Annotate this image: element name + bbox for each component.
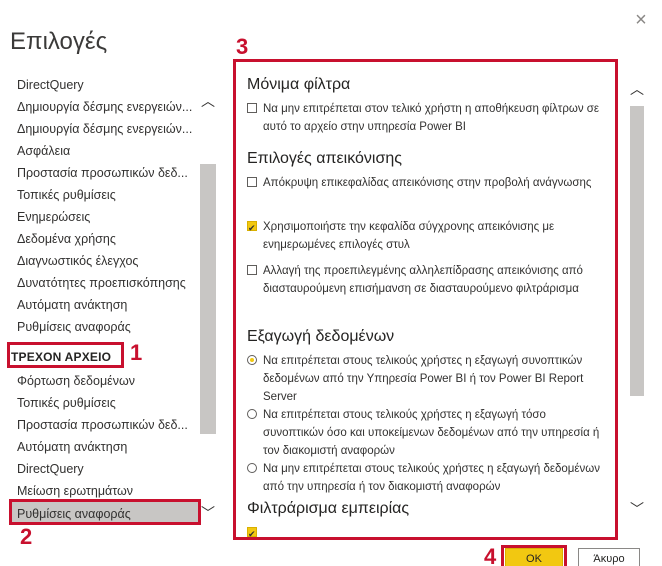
scroll-up-icon[interactable]: ︿ [200, 94, 216, 110]
close-icon[interactable]: × [630, 10, 652, 32]
option-modern-visual-header[interactable]: Χρησιμοποιήστε την κεφαλίδα σύγχρονης απ… [247, 218, 602, 254]
nav-item-file-privacy[interactable]: Προστασία προσωπικών δεδ... [17, 418, 188, 432]
option-export-underlying[interactable]: Να επιτρέπεται στους τελικούς χρήστες η … [247, 406, 602, 460]
nav-item-regional[interactable]: Τοπικές ρυθμίσεις [17, 188, 116, 202]
nav-scroll-thumb[interactable] [200, 164, 216, 434]
nav-item-usage-data[interactable]: Δεδομένα χρήσης [17, 232, 116, 246]
checkbox-hide-visual-header[interactable] [247, 177, 257, 187]
nav-item-directquery[interactable]: DirectQuery [17, 78, 84, 92]
nav-item-scripting-2[interactable]: Δημιουργία δέσμης ενεργειών... [17, 122, 192, 136]
radio-export-underlying[interactable] [247, 409, 257, 419]
nav-item-file-directquery[interactable]: DirectQuery [17, 462, 84, 476]
checkbox-filtering-partial[interactable] [247, 525, 257, 538]
radio-export-none[interactable] [247, 463, 257, 473]
option-label: Απόκρυψη επικεφαλίδας απεικόνισης στην π… [263, 177, 592, 189]
pane-scroll-thumb[interactable] [630, 106, 644, 396]
annotation-marker-4: 4 [484, 544, 497, 566]
export-data-heading: Εξαγωγή δεδομένων [247, 328, 395, 345]
nav-scrollbar[interactable]: ︿ ﹀ [200, 94, 220, 526]
nav-item-file-auto-recovery[interactable]: Αυτόματη ανάκτηση [17, 440, 127, 454]
nav-item-diagnostics[interactable]: Διαγνωστικός έλεγχος [17, 254, 138, 268]
highlight-box-report-settings [9, 499, 201, 525]
option-label: Να μην επιτρέπεται στους τελικούς χρήστε… [263, 463, 600, 493]
cancel-button[interactable]: Άκυρο [578, 548, 640, 566]
option-export-none[interactable]: Να μην επιτρέπεται στους τελικούς χρήστε… [247, 460, 602, 496]
radio-export-summarized[interactable] [247, 355, 257, 365]
checkbox-persistent-filters[interactable] [247, 103, 257, 113]
nav-item-query-reduction[interactable]: Μείωση ερωτημάτων [17, 484, 133, 498]
options-nav: DirectQuery Δημιουργία δέσμης ενεργειών.… [0, 70, 220, 532]
nav-item-file-regional[interactable]: Τοπικές ρυθμίσεις [17, 396, 116, 410]
option-cross-filtering[interactable]: Αλλαγή της προεπιλεγμένης αλληλεπίδρασης… [247, 262, 602, 298]
nav-item-auto-recovery[interactable]: Αυτόματη ανάκτηση [17, 298, 127, 312]
checkbox-modern-visual-header[interactable] [247, 219, 257, 237]
scroll-up-icon[interactable]: ︿ [628, 82, 646, 98]
annotation-marker-3: 3 [236, 34, 249, 59]
option-hide-visual-header[interactable]: Απόκρυψη επικεφαλίδας απεικόνισης στην π… [247, 174, 602, 192]
checkbox-cross-filtering[interactable] [247, 265, 257, 275]
nav-item-data-load[interactable]: Φόρτωση δεδομένων [17, 374, 135, 388]
dialog-title: Επιλογές [10, 28, 108, 55]
nav-item-scripting-1[interactable]: Δημιουργία δέσμης ενεργειών... [17, 100, 192, 114]
filtering-experience-heading: Φιλτράρισμα εμπειρίας [247, 500, 410, 517]
report-settings-pane: Μόνιμα φίλτρα Να μην επιτρέπεται στον τε… [237, 62, 617, 538]
scroll-down-icon[interactable]: ﹀ [628, 502, 646, 518]
annotation-marker-1: 1 [130, 340, 143, 365]
nav-item-preview-features[interactable]: Δυνατότητες προεπισκόπησης [17, 276, 186, 290]
option-label: Να επιτρέπεται στους τελικούς χρήστες η … [263, 409, 600, 457]
annotation-marker-2: 2 [20, 524, 33, 549]
nav-item-updates[interactable]: Ενημερώσεις [17, 210, 90, 224]
option-export-summarized[interactable]: Να επιτρέπεται στους τελικούς χρήστες η … [247, 352, 602, 406]
option-label: Να μην επιτρέπεται στον τελικό χρήστη η … [263, 103, 600, 133]
nav-item-report-settings[interactable]: Ρυθμίσεις αναφοράς [17, 320, 131, 334]
nav-item-security[interactable]: Ασφάλεια [17, 144, 70, 158]
pane-scrollbar[interactable]: ︿ ﹀ [628, 82, 648, 522]
highlight-box-current-file [7, 342, 124, 368]
nav-item-privacy[interactable]: Προστασία προσωπικών δεδ... [17, 166, 188, 180]
option-persistent-filters[interactable]: Να μην επιτρέπεται στον τελικό χρήστη η … [247, 100, 602, 136]
option-label: Να επιτρέπεται στους τελικούς χρήστες η … [263, 355, 584, 403]
highlight-box-ok [501, 545, 567, 566]
persistent-filters-heading: Μόνιμα φίλτρα [247, 76, 351, 93]
option-label: Αλλαγή της προεπιλεγμένης αλληλεπίδρασης… [263, 265, 583, 295]
visual-options-heading: Επιλογές απεικόνισης [247, 150, 402, 167]
scroll-down-icon[interactable]: ﹀ [200, 506, 216, 522]
option-label: Χρησιμοποιήστε την κεφαλίδα σύγχρονης απ… [263, 221, 555, 251]
